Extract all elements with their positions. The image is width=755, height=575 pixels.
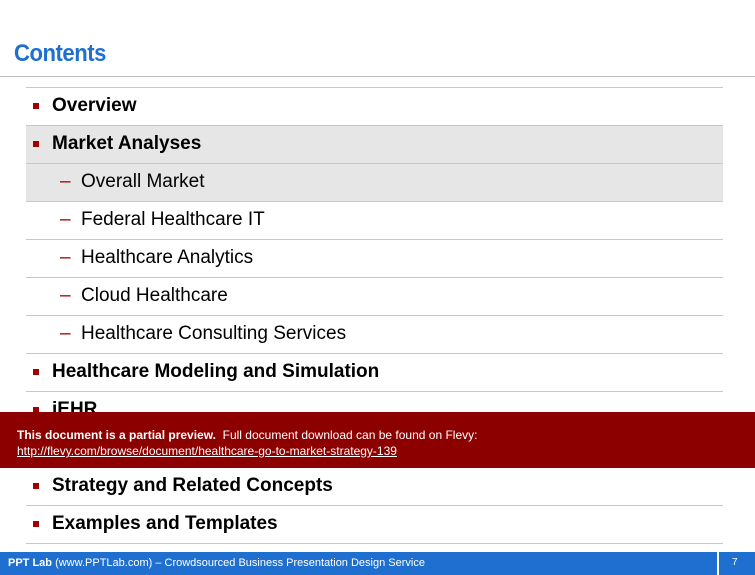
footer-brand: PPT Lab <box>8 557 53 569</box>
toc-item-label: Examples and Templates <box>52 513 278 534</box>
toc-item: Market Analyses <box>26 126 723 164</box>
square-bullet-icon <box>33 483 39 489</box>
dash-bullet-icon: – <box>60 171 71 192</box>
toc-item-label: Healthcare Modeling and Simulation <box>52 361 380 382</box>
toc-subitem-label: Federal Healthcare IT <box>81 209 265 230</box>
toc-subitem-label: Healthcare Analytics <box>81 247 254 268</box>
dash-bullet-icon: – <box>60 247 71 268</box>
footer-bar: PPT Lab (www.PPTLab.com) – Crowdsourced … <box>0 552 755 575</box>
toc-subitem-label: Healthcare Consulting Services <box>81 323 347 344</box>
square-bullet-icon <box>33 369 39 375</box>
toc-item: Healthcare Modeling and Simulation <box>26 354 723 392</box>
preview-banner: This document is a partial preview. Full… <box>0 412 755 468</box>
toc-item: – Healthcare Analytics <box>26 240 723 278</box>
footer-text: PPT Lab (www.PPTLab.com) – Crowdsourced … <box>8 557 425 569</box>
toc-subitem-label: Overall Market <box>81 171 205 192</box>
toc-item: – Healthcare Consulting Services <box>26 316 723 354</box>
toc-item: – Cloud Healthcare <box>26 278 723 316</box>
page-title: Contents <box>14 40 106 67</box>
footer-description: (www.PPTLab.com) – Crowdsourced Business… <box>55 557 425 569</box>
page-number: 7 <box>732 557 738 568</box>
toc-item-label: Overview <box>52 95 137 116</box>
square-bullet-icon <box>33 141 39 147</box>
toc-item-label: Strategy and Related Concepts <box>52 475 333 496</box>
toc-subitem-label: Cloud Healthcare <box>81 285 228 306</box>
footer-separator <box>717 552 719 575</box>
banner-text: Full document download can be found on F… <box>222 428 478 442</box>
banner-link[interactable]: http://flevy.com/browse/document/healthc… <box>17 444 397 458</box>
banner-message: This document is a partial preview. Full… <box>17 428 477 442</box>
banner-bold-text: This document is a partial preview. <box>17 428 216 442</box>
toc-item: Overview <box>26 88 723 126</box>
toc-item: Strategy and Related Concepts <box>26 468 723 506</box>
toc-item: Examples and Templates <box>26 506 723 544</box>
toc-item: – Federal Healthcare IT <box>26 202 723 240</box>
dash-bullet-icon: – <box>60 323 71 344</box>
square-bullet-icon <box>33 521 39 527</box>
square-bullet-icon <box>33 103 39 109</box>
dash-bullet-icon: – <box>60 209 71 230</box>
dash-bullet-icon: – <box>60 285 71 306</box>
title-divider <box>0 76 755 77</box>
table-of-contents: Overview Market Analyses – Overall Market – F… <box>26 87 723 544</box>
toc-item-label: Market Analyses <box>52 133 202 154</box>
toc-item: – Overall Market <box>26 164 723 202</box>
